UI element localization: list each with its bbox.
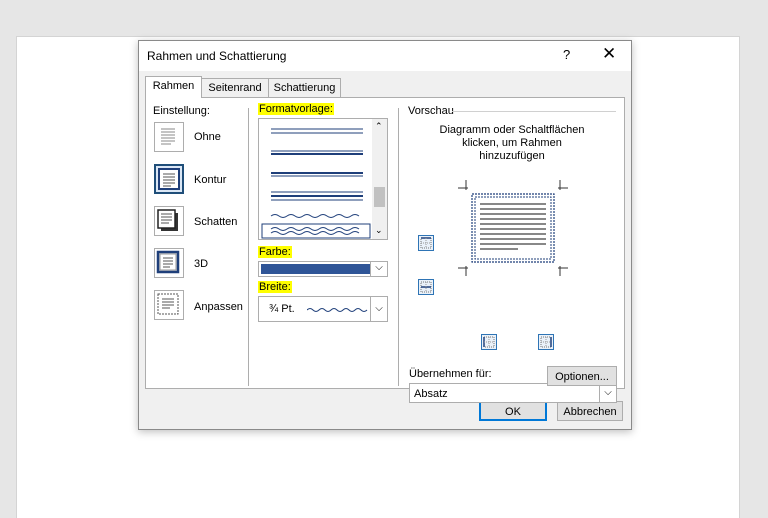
scroll-down-icon[interactable]: ⌄ <box>375 225 383 236</box>
tab-seitenrand-label: Seitenrand <box>208 82 262 94</box>
hint-line-3: hinzuzufügen <box>479 150 545 162</box>
vorschau-rule <box>452 111 616 112</box>
line-styles-preview <box>261 128 371 239</box>
width-line-preview <box>307 308 368 312</box>
setting-box-icon[interactable] <box>154 164 184 194</box>
uebernehmen-label: Übernehmen für: <box>409 368 492 380</box>
borders-shading-dialog: Rahmen und Schattierung ? ✕ Rahmen Seite… <box>138 40 632 430</box>
tab-schattierung-label: Schattierung <box>273 82 336 94</box>
width-dropdown[interactable]: ¾ Pt. ⌵ <box>258 296 388 322</box>
scroll-up-icon[interactable]: ⌃ <box>375 121 383 132</box>
ok-button[interactable]: OK <box>479 401 547 421</box>
setting-none-icon[interactable] <box>154 122 184 152</box>
tab-schattierung[interactable]: Schattierung <box>268 78 341 97</box>
abbrechen-button-label: Abbrechen <box>563 406 617 418</box>
dialog-title: Rahmen und Schattierung <box>147 49 287 63</box>
chevron-down-icon[interactable]: ⌵ <box>370 297 387 321</box>
tab-rahmen[interactable]: Rahmen <box>145 76 202 98</box>
formatvorlage-label: Formatvorlage: <box>258 103 334 115</box>
apply-to-value: Absatz <box>414 388 448 400</box>
setting-3d-icon[interactable] <box>154 248 184 278</box>
border-preview-diagram[interactable] <box>458 180 568 276</box>
vorschau-label: Vorschau <box>408 105 454 117</box>
breite-label: Breite: <box>258 281 292 293</box>
chevron-down-icon[interactable]: ⌵ <box>370 262 387 276</box>
divider-right <box>398 108 399 386</box>
middle-border-button-icon[interactable] <box>418 279 434 295</box>
setting-shadow-icon[interactable] <box>154 206 184 236</box>
setting-none-label: Ohne <box>194 131 221 143</box>
width-value: ¾ Pt. <box>269 303 295 315</box>
abbrechen-button[interactable]: Abbrechen <box>557 401 623 421</box>
title-bar: Rahmen und Schattierung ? ✕ <box>139 41 631 71</box>
divider-left <box>248 108 249 386</box>
setting-custom-label: Anpassen <box>194 301 243 313</box>
close-button[interactable]: ✕ <box>602 44 616 64</box>
color-dropdown[interactable]: ⌵ <box>258 261 388 277</box>
style-list[interactable]: ⌃ ⌄ <box>258 118 388 240</box>
optionen-button[interactable]: Optionen... <box>547 366 617 386</box>
setting-custom-icon[interactable] <box>154 290 184 320</box>
style-list-scrollbar[interactable]: ⌃ ⌄ <box>372 119 387 239</box>
einstellung-label: Einstellung: <box>153 105 210 117</box>
vorschau-hint: Diagramm oder Schaltflächen klicken, um … <box>408 124 616 163</box>
right-border-button-icon[interactable] <box>538 334 554 350</box>
tab-panel: Einstellung: Ohne Kontur Schatten 3D Anp… <box>145 97 625 403</box>
scrollbar-thumb[interactable] <box>374 187 385 207</box>
farbe-label: Farbe: <box>258 246 292 258</box>
top-border-button-icon[interactable] <box>418 235 434 251</box>
optionen-button-label: Optionen... <box>555 371 609 383</box>
setting-shadow-label: Schatten <box>194 216 238 228</box>
hint-line-2: klicken, um Rahmen <box>462 137 562 149</box>
ok-button-label: OK <box>505 406 521 418</box>
color-swatch <box>261 264 371 274</box>
setting-3d-label: 3D <box>194 258 209 270</box>
help-button[interactable]: ? <box>563 47 570 62</box>
tab-seitenrand[interactable]: Seitenrand <box>201 78 269 97</box>
setting-box-label: Kontur <box>194 174 227 186</box>
left-border-button-icon[interactable] <box>481 334 497 350</box>
hint-line-1: Diagramm oder Schaltflächen <box>439 124 585 136</box>
tab-rahmen-label: Rahmen <box>152 80 195 92</box>
